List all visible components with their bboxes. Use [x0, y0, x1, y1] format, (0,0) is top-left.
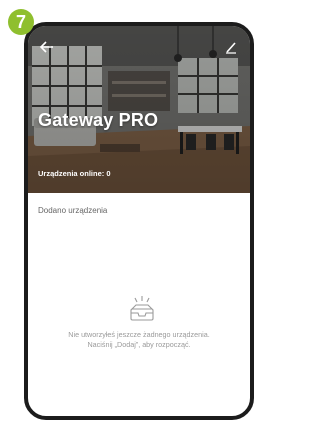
- step-number-badge: 7: [8, 9, 34, 35]
- empty-state-line-1: Nie utworzyłeś jeszcze żadnego urządzeni…: [68, 330, 210, 339]
- pencil-icon: [226, 42, 236, 54]
- header-background-image: Gateway PRO Urządzenia online: 0: [28, 26, 250, 193]
- section-label: Dodano urządzenia: [38, 206, 108, 215]
- empty-state-message: Nie utworzyłeś jeszcze żadnego urządzeni…: [28, 330, 250, 350]
- screenshot-stage: 7 Gateway PRO Urządzenia online: 0 Dodan…: [0, 0, 271, 428]
- page-title: Gateway PRO: [38, 110, 159, 130]
- arrow-left-icon: [39, 41, 53, 53]
- edit-button[interactable]: [220, 36, 242, 58]
- phone-frame: Gateway PRO Urządzenia online: 0 Dodano …: [24, 22, 254, 420]
- back-button[interactable]: [36, 36, 58, 58]
- empty-state-icon-wrap: [128, 295, 156, 325]
- online-devices-count: Urządzenia online: 0: [38, 169, 111, 178]
- empty-state-line-2: Naciśnij „Dodaj”, aby rozpocząć.: [87, 340, 191, 349]
- empty-tray-icon: [130, 296, 154, 321]
